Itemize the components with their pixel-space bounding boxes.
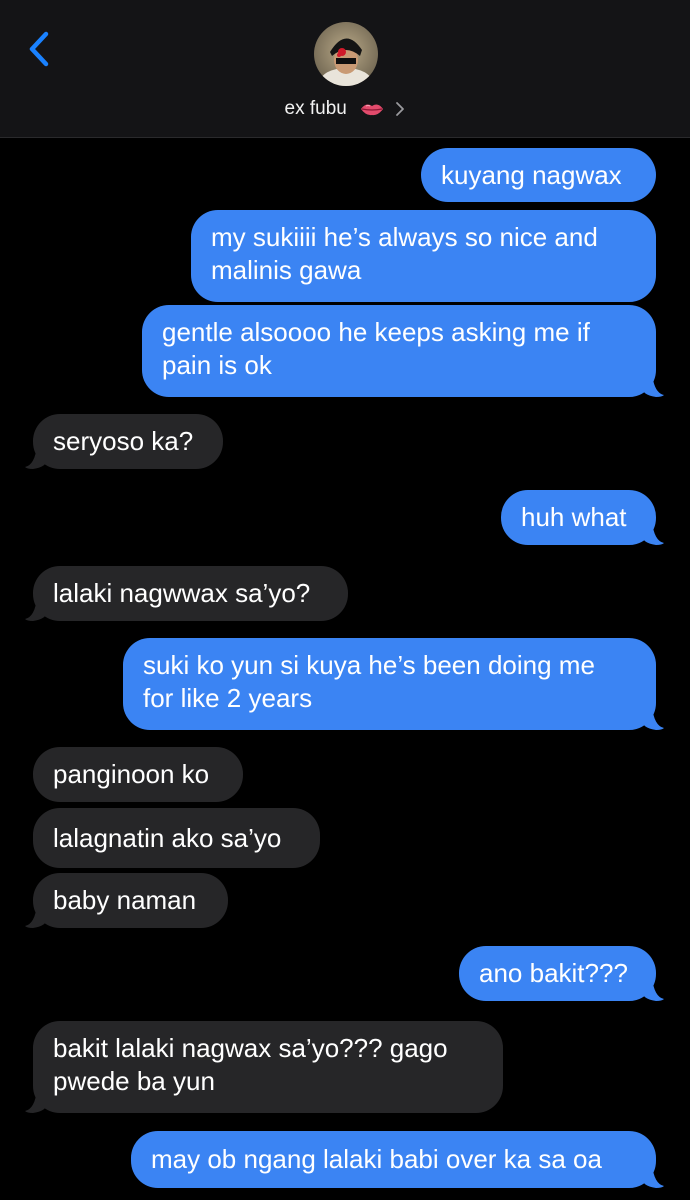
message-text: baby naman (53, 885, 197, 915)
chevron-left-icon (29, 31, 49, 67)
message-bubble-outgoing[interactable]: may ob ngang lalaki babi over ka sa oa (131, 1131, 664, 1188)
bubble-tail (25, 904, 47, 928)
message-bubble-incoming[interactable]: lalagnatin ako sa’yo (33, 808, 320, 868)
message-text: panginoon ko (53, 759, 210, 789)
kiss-mark-lips-icon (361, 104, 384, 116)
message-text: lalagnatin ako sa’yo (53, 823, 282, 853)
bubble-tail (642, 373, 664, 397)
message-text: gentle alsoooo he keeps asking me if pai… (162, 317, 590, 380)
message-text: seryoso ka? (53, 426, 194, 456)
message-bubble-outgoing[interactable]: kuyang nagwax (421, 148, 656, 202)
message-bubble-outgoing[interactable]: gentle alsoooo he keeps asking me if pai… (142, 305, 664, 397)
message-bubble-incoming[interactable]: lalaki nagwwax sa’yo? (25, 566, 348, 621)
contact-name-row[interactable]: ex fubu (0, 93, 690, 125)
message-text: bakit lalaki nagwax sa’yo??? gago pwede … (53, 1033, 448, 1096)
message-bubble-incoming[interactable]: panginoon ko (33, 747, 243, 802)
message-bubble-outgoing[interactable]: suki ko yun si kuya he’s been doing me f… (123, 638, 664, 730)
contact-avatar[interactable] (314, 22, 378, 86)
bubble-tail (642, 977, 664, 1001)
message-bubble-outgoing[interactable]: my sukiiii he’s always so nice and malin… (191, 210, 656, 302)
bubble-tail (25, 445, 47, 469)
bubble-tail (642, 1164, 664, 1188)
message-text: ano bakit??? (479, 958, 628, 988)
bubble-tail (642, 521, 664, 545)
message-bubble-outgoing[interactable]: huh what (501, 490, 664, 545)
message-text: kuyang nagwax (441, 160, 622, 190)
bubble-tail (25, 597, 47, 621)
message-text: may ob ngang lalaki babi over ka sa oa (151, 1144, 602, 1174)
back-button[interactable] (20, 24, 60, 74)
chevron-right-icon (396, 102, 405, 116)
message-text: lalaki nagwwax sa’yo? (53, 578, 311, 608)
message-bubble-incoming[interactable]: baby naman (25, 873, 228, 928)
message-text: my sukiiii he’s always so nice and malin… (211, 222, 598, 285)
message-text: huh what (521, 502, 627, 532)
conversation-header: ex fubu (0, 0, 690, 138)
avatar-photo (314, 22, 378, 86)
contact-name: ex fubu (284, 98, 347, 119)
bubble-tail (642, 706, 664, 730)
message-bubble-outgoing[interactable]: ano bakit??? (459, 946, 664, 1001)
message-bubble-incoming[interactable]: seryoso ka? (25, 414, 223, 469)
bubble-tail (25, 1089, 47, 1113)
message-bubble-incoming[interactable]: bakit lalaki nagwax sa’yo??? gago pwede … (25, 1021, 503, 1113)
message-text: suki ko yun si kuya he’s been doing me f… (143, 650, 595, 713)
